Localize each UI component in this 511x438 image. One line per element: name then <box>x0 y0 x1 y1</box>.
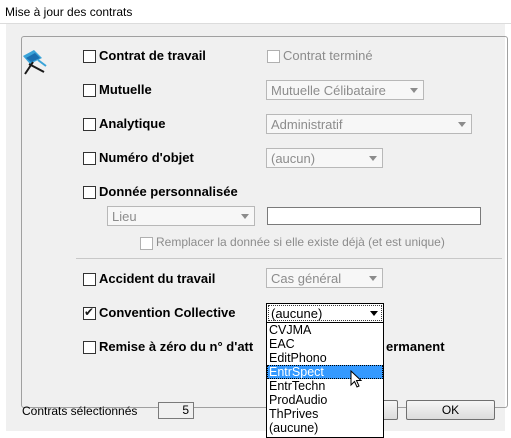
analytique-label: Analytique <box>99 116 166 131</box>
mutuelle-select[interactable]: Mutuelle Célibataire <box>266 80 424 100</box>
blue-chair-logo-icon <box>23 50 47 75</box>
analytique-checkbox[interactable] <box>83 118 96 131</box>
title-bar: Mise à jour des contrats <box>0 0 511 24</box>
dropdown-item[interactable]: CVJMA <box>267 323 383 337</box>
numero-objet-checkbox[interactable] <box>83 152 96 165</box>
selected-count-label: Contrats sélectionnés <box>22 404 138 418</box>
convention-checkbox[interactable] <box>83 305 96 320</box>
accident-select[interactable]: Cas général <box>266 268 383 288</box>
convention-dropdown-list[interactable]: CVJMA EAC EditPhono EntrSpect EntrTechn … <box>266 322 384 438</box>
window-title: Mise à jour des contrats <box>5 5 133 19</box>
dropdown-item-highlighted[interactable]: EntrSpect <box>267 365 383 379</box>
remplacer-label: Remplacer la donnée si elle existe déjà … <box>156 235 445 249</box>
analytique-select[interactable]: Administratif <box>266 114 472 134</box>
donnee-perso-value-input[interactable] <box>267 207 481 225</box>
dropdown-item[interactable]: EAC <box>267 337 383 351</box>
accident-select-value: Cas général <box>271 271 342 286</box>
contrat-travail-checkbox[interactable] <box>83 50 96 63</box>
donnee-perso-field-select[interactable]: Lieu <box>107 206 255 226</box>
accident-checkbox[interactable] <box>83 273 96 286</box>
ok-button[interactable]: OK <box>406 400 495 420</box>
separator <box>76 258 502 259</box>
chevron-down-icon <box>369 276 377 281</box>
remise-zero-checkbox[interactable] <box>83 341 96 354</box>
contrat-termine-checkbox[interactable] <box>267 50 280 63</box>
cancel-button[interactable] <box>382 400 398 420</box>
mutuelle-label: Mutuelle <box>99 82 152 97</box>
analytique-select-value: Administratif <box>271 117 343 132</box>
dialog-panel: Contrat de travail Contrat terminé Mutue… <box>6 24 508 438</box>
mutuelle-checkbox[interactable] <box>83 84 96 97</box>
accident-label: Accident du travail <box>99 271 216 286</box>
chevron-down-icon <box>458 122 466 127</box>
convention-select-value: (aucune) <box>271 306 323 321</box>
donnee-perso-checkbox[interactable] <box>83 186 96 199</box>
convention-label: Convention Collective <box>99 305 236 320</box>
remplacer-checkbox[interactable] <box>140 237 153 250</box>
donnee-perso-label: Donnée personnalisée <box>99 184 238 199</box>
chevron-down-icon <box>410 88 418 93</box>
chevron-down-icon <box>369 156 377 161</box>
numero-objet-select[interactable]: (aucun) <box>266 148 383 168</box>
dropdown-item[interactable]: EntrTechn <box>267 379 383 393</box>
donnee-perso-field-value: Lieu <box>112 209 137 224</box>
dropdown-item[interactable]: ThPrives <box>267 407 383 421</box>
mouse-pointer-icon <box>350 370 363 388</box>
dropdown-item[interactable]: (aucune) <box>267 421 383 435</box>
mutuelle-select-value: Mutuelle Célibataire <box>271 83 386 98</box>
remise-zero-label: Remise à zéro du n° d'att <box>99 339 254 354</box>
numero-objet-label: Numéro d'objet <box>99 150 194 165</box>
numero-objet-select-value: (aucun) <box>271 151 316 166</box>
dropdown-item[interactable]: ProdAudio <box>267 393 383 407</box>
contrat-termine-label: Contrat terminé <box>283 48 373 63</box>
contrat-travail-label: Contrat de travail <box>99 48 206 63</box>
remise-zero-label-tail: ermanent <box>386 339 445 354</box>
dropdown-item[interactable]: EditPhono <box>267 351 383 365</box>
chevron-down-icon <box>370 311 378 316</box>
selected-count: 5 <box>158 402 194 419</box>
chevron-down-icon <box>241 214 249 219</box>
convention-select[interactable]: (aucune) <box>266 303 384 323</box>
